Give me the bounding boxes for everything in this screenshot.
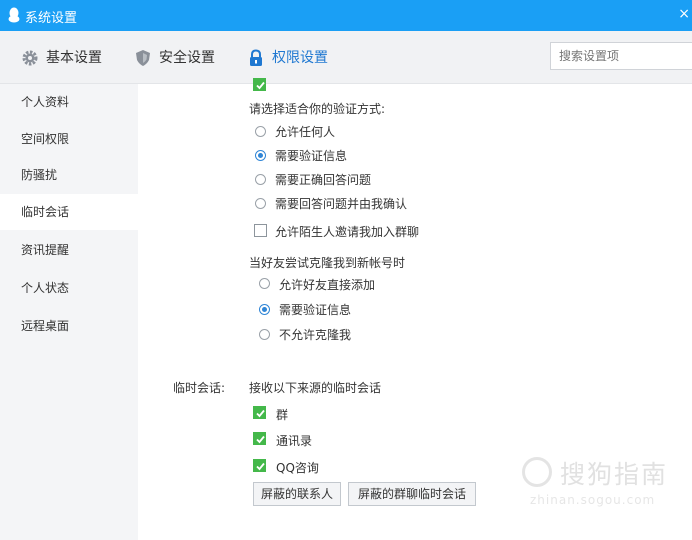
qq-penguin-icon <box>8 7 20 23</box>
option-label: 允许好友直接添加 <box>279 278 376 292</box>
checkbox-source-qq-consult[interactable] <box>253 459 266 472</box>
temp-session-heading: 接收以下来源的临时会话 <box>249 381 382 395</box>
sidebar: 个人资料 空间权限 防骚扰 临时会话 资讯提醒 个人状态 远程桌面 <box>0 84 138 540</box>
watermark-url: zhinan.sogou.com <box>530 493 656 507</box>
sidebar-item-anti-harassment[interactable]: 防骚扰 <box>0 157 138 193</box>
checkbox-label: 通讯录 <box>276 434 313 448</box>
close-icon[interactable]: × <box>678 6 690 22</box>
checkbox-label: QQ咨询 <box>276 461 319 475</box>
shield-icon <box>136 50 150 66</box>
gear-icon <box>22 50 38 66</box>
radio-disallow-clone[interactable] <box>259 329 270 340</box>
sidebar-item-profile[interactable]: 个人资料 <box>0 84 138 120</box>
radio-answer-question[interactable] <box>255 174 266 185</box>
radio-allow-anyone[interactable] <box>255 126 266 137</box>
radio-answer-and-confirm[interactable] <box>255 198 266 209</box>
radio-require-verification[interactable] <box>255 150 266 161</box>
window-title: 系统设置 <box>25 11 78 26</box>
option-label: 需要验证信息 <box>275 149 348 163</box>
tab-label: 权限设置 <box>272 50 328 66</box>
lock-icon <box>250 49 262 66</box>
checkbox-label: 群 <box>276 408 289 422</box>
blocked-group-sessions-button[interactable]: 屏蔽的群聊临时会话 <box>348 482 476 506</box>
watermark-text: 搜狗指南 <box>560 460 669 489</box>
temp-session-label: 临时会话: <box>173 381 226 395</box>
sidebar-item-space-permission[interactable]: 空间权限 <box>0 121 138 157</box>
sidebar-item-remote-desktop[interactable]: 远程桌面 <box>0 308 138 344</box>
sidebar-item-news-alerts[interactable]: 资讯提醒 <box>0 232 138 268</box>
radio-clone-require-verification[interactable] <box>259 304 270 315</box>
option-label: 不允许克隆我 <box>279 328 352 342</box>
verify-heading: 请选择适合你的验证方式: <box>249 102 386 116</box>
checkbox-source-contacts[interactable] <box>253 432 266 445</box>
clone-heading: 当好友尝试克隆我到新帐号时 <box>249 256 406 270</box>
option-label: 需要正确回答问题 <box>275 173 372 187</box>
radio-allow-friend-add[interactable] <box>259 278 270 289</box>
option-label: 允许任何人 <box>275 125 336 139</box>
option-label: 需要验证信息 <box>279 303 352 317</box>
sogou-watermark: 搜狗指南 zhinan.sogou.com <box>522 453 682 513</box>
checkbox-label: 允许陌生人邀请我加入群聊 <box>275 225 420 239</box>
checkbox-allow-stranger-invite[interactable] <box>254 224 267 237</box>
tab-label: 安全设置 <box>159 50 215 66</box>
sidebar-item-personal-status[interactable]: 个人状态 <box>0 270 138 306</box>
search-input[interactable] <box>550 42 692 70</box>
tab-label: 基本设置 <box>46 50 102 66</box>
title-bar: 系统设置 × <box>0 0 692 31</box>
watermark-logo-icon <box>522 457 552 487</box>
sidebar-item-temp-session[interactable]: 临时会话 <box>0 194 138 230</box>
checkbox-source-group[interactable] <box>253 406 266 419</box>
option-label: 需要回答问题并由我确认 <box>275 197 408 211</box>
scrolled-checkbox[interactable] <box>253 78 266 91</box>
blocked-contacts-button[interactable]: 屏蔽的联系人 <box>253 482 341 506</box>
